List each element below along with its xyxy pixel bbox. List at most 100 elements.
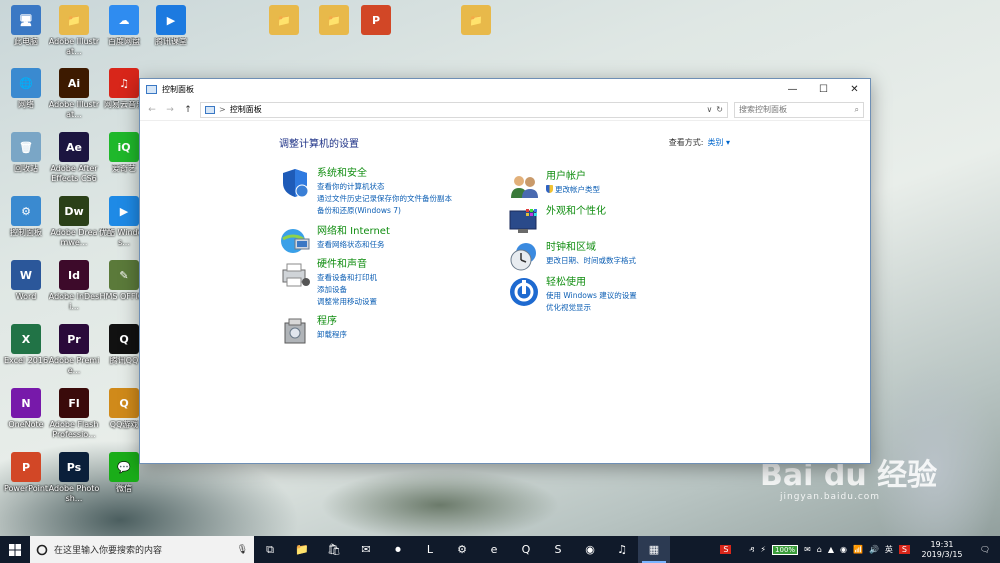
back-button[interactable]: ←: [146, 105, 158, 115]
link-optimize-visual[interactable]: 优化视觉显示: [546, 302, 637, 314]
refresh-icon[interactable]: ↻: [716, 105, 723, 114]
desktop-icon[interactable]: ☁ 百度网盘: [98, 5, 150, 57]
desktop-icon[interactable]: ▶ 腾讯课堂: [145, 5, 197, 57]
notification-center-icon[interactable]: 🗨: [974, 545, 996, 554]
desktop-icon-label: 百度网盘: [108, 37, 140, 46]
category-user-accounts: 用户帐户 更改帐户类型: [508, 170, 600, 202]
wifi-icon[interactable]: 📶: [853, 545, 863, 554]
link-add-device[interactable]: 添加设备: [317, 284, 377, 296]
desktop-icon[interactable]: 🌐 网络: [0, 68, 52, 120]
mail-tray-icon[interactable]: ✉: [804, 545, 811, 554]
desktop-icon[interactable]: 📁: [450, 5, 502, 37]
desktop-icon[interactable]: Dw Adobe Dreamwe...: [48, 196, 100, 248]
app-tray-icon[interactable]: ◉: [840, 545, 847, 554]
folder-icon: P: [361, 5, 391, 35]
main-content: 调整计算机的设置 查看方式: 类别 ▾ 系统和安全 查看你的计算机状态 通过文件历…: [140, 123, 870, 463]
desktop-icon[interactable]: P PowerPoint: [0, 452, 52, 504]
title-bar[interactable]: 控制面板 — ☐ ✕: [140, 79, 870, 99]
show-hidden-icons-icon[interactable]: ▲: [828, 545, 834, 554]
app-icon: P: [11, 452, 41, 482]
clock-time: 19:31: [930, 539, 954, 549]
breadcrumb[interactable]: 控制面板: [230, 104, 262, 115]
link-view-status[interactable]: 查看你的计算机状态: [317, 181, 452, 193]
link-uninstall-program[interactable]: 卸载程序: [317, 329, 347, 341]
app-l-icon[interactable]: L: [414, 536, 446, 563]
link-change-account-type[interactable]: 更改帐户类型: [546, 184, 600, 196]
desktop-icon[interactable]: Ps Adobe Photosh...: [48, 452, 100, 504]
link-mobility-settings[interactable]: 调整常用移动设置: [317, 296, 377, 308]
mail-icon[interactable]: ✉: [350, 536, 382, 563]
app-icon: ♫: [109, 68, 139, 98]
window-title: 控制面板: [162, 84, 194, 94]
desktop-icon[interactable]: Fl Adobe Flash Professio...: [48, 388, 100, 440]
minimize-button[interactable]: —: [777, 79, 808, 99]
close-button[interactable]: ✕: [839, 79, 870, 99]
clock[interactable]: 19:31 2019/3/15: [916, 540, 968, 560]
desktop-icon[interactable]: ⚙ 控制面板: [0, 196, 52, 248]
desktop-icon-label: 网络: [18, 100, 34, 109]
battery-indicator[interactable]: 100%: [772, 544, 799, 555]
volume-icon[interactable]: 🔊: [869, 545, 879, 554]
app-icon: Q: [109, 388, 139, 418]
desktop-icon[interactable]: 🗑 回收站: [0, 132, 52, 184]
maximize-button[interactable]: ☐: [808, 79, 839, 99]
sogou-tray-icon[interactable]: S: [898, 545, 910, 554]
desktop-icon[interactable]: Ae Adobe After Effects CS6: [48, 132, 100, 184]
edge-icon[interactable]: e: [478, 536, 510, 563]
task-view-icon[interactable]: ⧉: [254, 536, 286, 563]
link-recommended-settings[interactable]: 使用 Windows 建议的设置: [546, 290, 637, 302]
search-input[interactable]: 搜索控制面板 ⌕: [734, 101, 864, 118]
forward-button[interactable]: →: [164, 105, 176, 115]
taskbar-search-input[interactable]: 在这里输入你要搜索的内容 🎙: [30, 536, 254, 563]
media-icon[interactable]: ⏺: [382, 536, 414, 563]
link-devices-printers[interactable]: 查看设备和打印机: [317, 272, 377, 284]
desktop-icon[interactable]: N OneNote: [0, 388, 52, 440]
power-plug-icon[interactable]: ⚡: [760, 545, 766, 554]
desktop-icon-label: PowerPoint: [3, 484, 49, 493]
desktop-icon[interactable]: 📁: [258, 5, 310, 37]
browser-q-icon[interactable]: Q: [510, 536, 542, 563]
netease-music-icon[interactable]: ♫: [606, 536, 638, 563]
chevron-down-icon[interactable]: ∨: [706, 105, 712, 114]
settings-icon[interactable]: ⚙: [446, 536, 478, 563]
category-title[interactable]: 轻松使用: [546, 276, 637, 289]
link-change-date-time[interactable]: 更改日期、时间或数字格式: [546, 255, 636, 267]
store-icon[interactable]: 🛍: [318, 536, 350, 563]
start-button[interactable]: [0, 536, 30, 563]
link-network-status[interactable]: 查看网络状态和任务: [317, 239, 390, 251]
desktop-icon[interactable]: Ai Adobe Illustrat...: [48, 68, 100, 120]
desktop-icon-label: 腾讯课堂: [155, 37, 187, 46]
home-tray-icon[interactable]: ⌂: [817, 545, 822, 554]
microphone-icon[interactable]: 🎙: [237, 545, 248, 555]
category-title[interactable]: 硬件和声音: [317, 258, 377, 271]
control-panel-taskbar-icon[interactable]: ▦: [638, 536, 670, 563]
desktop-icon[interactable]: Id Adobe InDesi...: [48, 260, 100, 312]
user-tray-icon[interactable]: ዳ: [749, 545, 754, 555]
desktop-icon[interactable]: Pr Adobe Premie...: [48, 324, 100, 376]
category-title[interactable]: 系统和安全: [317, 167, 452, 180]
desktop-icon[interactable]: W Word: [0, 260, 52, 312]
link-backup-restore[interactable]: 备份和还原(Windows 7): [317, 205, 452, 217]
sogou-input-icon[interactable]: S: [720, 545, 732, 554]
up-button[interactable]: ↑: [182, 105, 194, 115]
app-icon: 💬: [109, 452, 139, 482]
input-language-indicator[interactable]: 英: [885, 544, 893, 555]
desktop-icon[interactable]: P: [350, 5, 402, 37]
view-by-dropdown[interactable]: 类别 ▾: [707, 138, 730, 147]
chrome-icon[interactable]: ◉: [574, 536, 606, 563]
desktop-icon[interactable]: 🖥 此电脑: [0, 5, 52, 57]
app-icon: Dw: [59, 196, 89, 226]
category-title[interactable]: 时钟和区域: [546, 241, 636, 254]
link-file-history[interactable]: 通过文件历史记录保存你的文件备份副本: [317, 193, 452, 205]
desktop-icon[interactable]: X Excel 2016: [0, 324, 52, 376]
category-title[interactable]: 用户帐户: [546, 170, 600, 183]
file-explorer-icon[interactable]: 📁: [286, 536, 318, 563]
category-ease-of-access: 轻松使用 使用 Windows 建议的设置 优化视觉显示: [508, 276, 637, 314]
app-s-icon[interactable]: S: [542, 536, 574, 563]
desktop-icon[interactable]: 📁 Adobe Illustrat...: [48, 5, 100, 57]
category-system-security: 系统和安全 查看你的计算机状态 通过文件历史记录保存你的文件备份副本 备份和还原…: [279, 167, 452, 217]
address-bar[interactable]: > 控制面板 ∨ ↻: [200, 101, 728, 118]
category-title[interactable]: 程序: [317, 315, 347, 328]
category-title[interactable]: 网络和 Internet: [317, 225, 390, 238]
category-title[interactable]: 外观和个性化: [546, 205, 606, 218]
